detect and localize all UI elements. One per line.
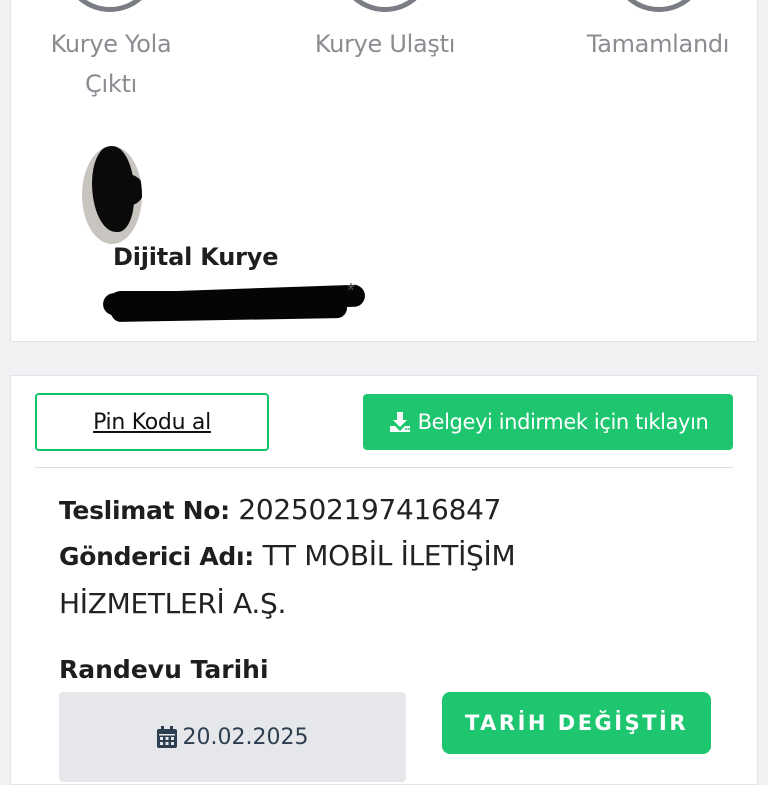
get-pin-code-button[interactable]: Pin Kodu al — [35, 393, 269, 451]
phone-mask-asterisk: * — [347, 280, 355, 302]
appointment-date-value: 20.02.2025 — [182, 724, 309, 750]
step-label-arrived: Kurye Ulaştı — [295, 24, 475, 64]
step-circle-arrived — [337, 0, 433, 12]
avatar-redaction — [110, 174, 142, 206]
change-date-button[interactable]: TARİH DEĞİŞTİR — [442, 692, 711, 754]
delivery-number-value: 202502197416847 — [238, 493, 502, 526]
sender-row-continued: HİZMETLERİ A.Ş. — [59, 581, 286, 627]
step-label-line1: Kurye Yola — [50, 30, 172, 58]
step-label-on-the-way: Kurye Yola Çıktı — [31, 24, 191, 104]
courier-avatar — [82, 146, 142, 244]
sender-label: Gönderici Adı: — [59, 542, 254, 571]
step-circle-completed — [611, 0, 707, 12]
download-icon — [389, 412, 410, 432]
sender-row: Gönderici Adı: TT MOBİL İLETİŞİM — [59, 533, 516, 580]
shipment-details-card: Pin Kodu al Belgeyi indirmek için tıklay… — [10, 375, 758, 785]
download-document-label: Belgeyi indirmek için tıklayın — [417, 410, 709, 434]
sender-value: TT MOBİL İLETİŞİM — [262, 539, 516, 572]
step-label-line1: Tamamlandı — [586, 30, 730, 58]
appointment-date-title: Randevu Tarihi — [59, 655, 269, 684]
delivery-number-label: Teslimat No: — [59, 496, 230, 525]
delivery-number-row: Teslimat No: 202502197416847 — [59, 487, 501, 534]
section-divider — [35, 467, 733, 468]
step-label-line2: Çıktı — [85, 70, 137, 98]
step-circle-on-the-way — [62, 0, 158, 12]
delivery-status-card: Kurye Yola Çıktı Kurye Ulaştı Tamamlandı… — [10, 0, 758, 342]
sender-value-continued: HİZMETLERİ A.Ş. — [59, 587, 287, 620]
step-label-line1: Kurye Ulaştı — [314, 30, 456, 58]
appointment-date-field[interactable]: 20.02.2025 — [59, 692, 406, 782]
step-label-completed: Tamamlandı — [573, 24, 743, 64]
courier-name: Dijital Kurye — [113, 243, 279, 271]
download-document-button[interactable]: Belgeyi indirmek için tıklayın — [363, 394, 733, 450]
calendar-icon — [156, 726, 177, 748]
